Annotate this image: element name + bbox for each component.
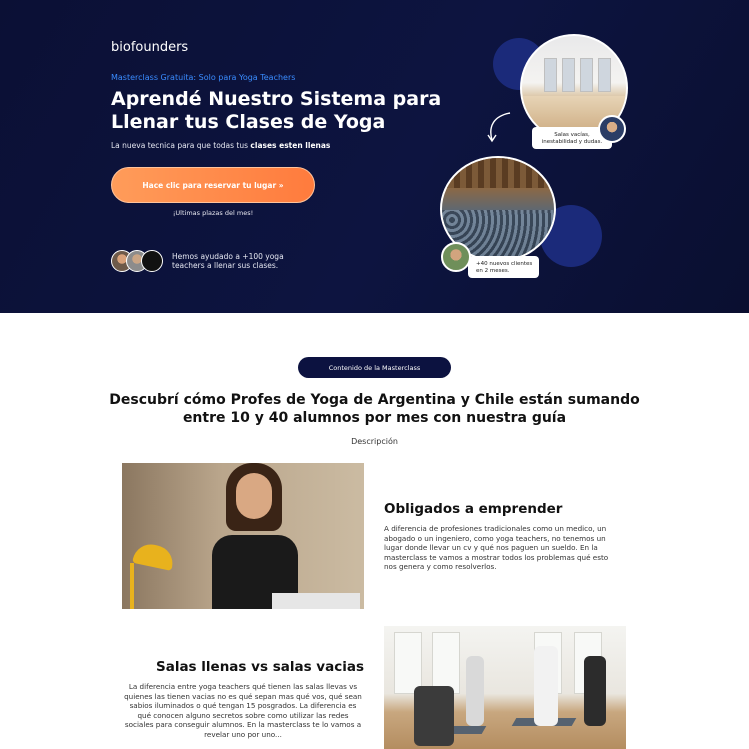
brand-logo[interactable]: biofounders — [111, 40, 188, 55]
subline-prefix: La nueva tecnica para que todas tus — [111, 141, 251, 150]
lamp-arm-shape — [130, 563, 134, 609]
thinking-woman-photo — [122, 463, 364, 609]
window-shape — [562, 58, 575, 92]
avatar — [141, 250, 163, 272]
hero-subline: La nueva tecnica para que todas tus clas… — [111, 141, 330, 150]
student-shape — [466, 656, 484, 726]
avatar-group — [111, 250, 163, 272]
eyebrow-text: Masterclass Gratuita: Solo para Yoga Tea… — [111, 73, 296, 82]
curved-arrow-icon — [487, 112, 511, 143]
avatar — [598, 115, 626, 143]
masterclass-content-badge: Contenido de la Masterclass — [298, 357, 451, 378]
tag-line: inestabilidad y dudas. — [541, 138, 603, 145]
headline-line-2: Llenar tus Clases de Yoga — [111, 111, 386, 133]
avatar — [441, 242, 471, 272]
hero-section: biofounders Masterclass Gratuita: Solo p… — [0, 0, 749, 313]
window-shape — [432, 632, 460, 694]
reserve-spot-button[interactable]: Hace clic para reservar tu lugar » — [111, 167, 315, 203]
scarcity-text: ¡Ultimas plazas del mes! — [172, 209, 254, 217]
yoga-class-photo — [384, 626, 626, 749]
window-shape — [580, 58, 593, 92]
window-shape — [544, 58, 557, 92]
window-shape — [598, 58, 611, 92]
tag-line: en 2 meses. — [476, 267, 510, 274]
person-shape — [206, 463, 302, 609]
tag-line: +40 nuevos clientes — [476, 261, 533, 267]
student-shape — [414, 686, 454, 746]
section-title: Descubrí cómo Profes de Yoga de Argentin… — [100, 391, 649, 427]
description-label: Descripción — [351, 437, 398, 446]
logo-text: biofounders — [111, 40, 189, 55]
title-line-2: entre 10 y 40 alumnos por mes con nuestr… — [182, 410, 567, 426]
block-title-full-vs-empty: Salas llenas vs salas vacias — [155, 659, 364, 675]
laptop-shape — [272, 593, 360, 609]
social-proof-text: Hemos ayudado a +100 yoga teachers a lle… — [172, 251, 284, 271]
student-shape — [534, 646, 558, 726]
tag-line: Salas vacías, — [554, 132, 590, 138]
headline-line-1: Aprendé Nuestro Sistema para — [111, 88, 442, 110]
face-shape — [236, 473, 272, 519]
lamp-shape — [132, 541, 176, 571]
window-shape — [394, 632, 422, 694]
social-proof: Hemos ayudado a +100 yoga teachers a lle… — [111, 250, 302, 272]
block-text-full-vs-empty: La diferencia entre yoga teachers qué ti… — [124, 682, 362, 739]
title-line-1: Descubrí cómo Profes de Yoga de Argentin… — [109, 392, 640, 408]
block-title-entrepreneur: Obligados a emprender — [384, 501, 563, 517]
headline-highlight: Llenar tus Clases de Yoga — [108, 111, 390, 134]
new-clients-tag: +40 nuevos clientes en 2 meses. — [468, 256, 539, 278]
hero-headline: Aprendé Nuestro Sistema para Llenar tus … — [108, 88, 471, 134]
subline-bold: clases esten llenas — [250, 141, 331, 150]
block-text-entrepreneur: A diferencia de profesiones tradicionale… — [384, 524, 609, 571]
roof-shape — [442, 158, 554, 188]
student-shape — [584, 656, 606, 726]
